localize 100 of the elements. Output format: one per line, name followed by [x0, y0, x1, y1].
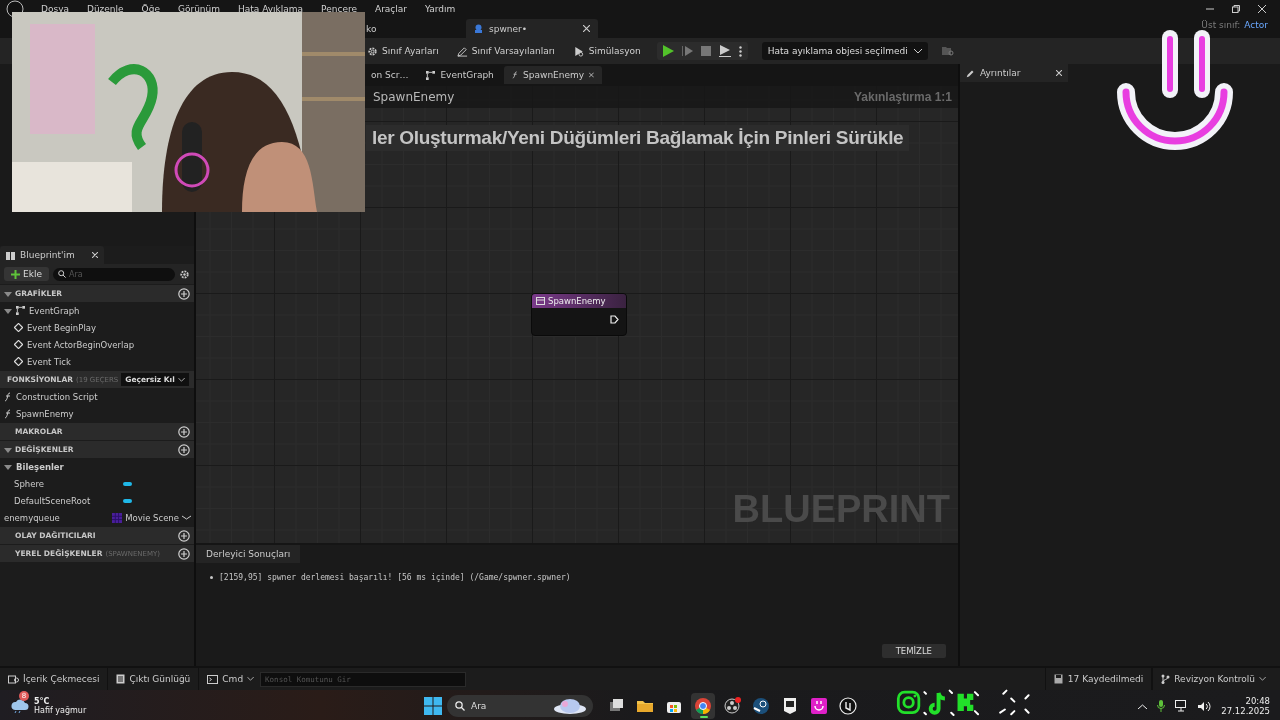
chevron-icon	[177, 377, 185, 382]
tree-item[interactable]: EventGraph	[0, 302, 194, 319]
settings-icon[interactable]	[179, 268, 190, 280]
step-icon[interactable]	[681, 45, 693, 57]
tree-item[interactable]: Event Tick	[0, 353, 194, 370]
add-button[interactable]: Ekle	[4, 267, 49, 281]
add-icon[interactable]	[178, 425, 190, 438]
close-icon[interactable]	[92, 252, 98, 258]
graph-icon	[16, 306, 25, 315]
add-icon[interactable]	[178, 287, 190, 300]
exec-pin-icon[interactable]	[610, 315, 619, 324]
search-field[interactable]: Ara	[52, 267, 175, 281]
drawer-icon	[8, 674, 19, 684]
gear-icon	[367, 45, 378, 57]
smile-icon	[810, 697, 828, 715]
pencil-icon	[456, 45, 468, 57]
minimize-icon[interactable]	[1206, 5, 1214, 13]
toolbar-button[interactable]: Sınıf Ayarları	[365, 43, 441, 59]
panel-tab[interactable]: Blueprint'im	[0, 246, 104, 264]
log-icon	[116, 674, 126, 684]
panel-tab[interactable]: Derleyici Sonuçları	[196, 545, 300, 563]
compiler-message: [2159,95] spwner derlemesi başarılı! [56 ms içinde] (/Game/spwner.spwner)	[219, 573, 571, 582]
close-icon[interactable]	[583, 25, 590, 32]
variable-label: enemyqueue	[4, 512, 60, 523]
tree-item[interactable]: Event BeginPlay	[0, 319, 194, 336]
terminal-icon	[207, 674, 219, 684]
more-icon[interactable]	[738, 45, 742, 57]
weather-description: Hafif yağmur	[34, 706, 87, 715]
restore-icon[interactable]	[1232, 5, 1240, 13]
function-label: Construction Script	[16, 391, 98, 402]
graph-tab[interactable]: EventGraph	[418, 66, 502, 84]
tree-item[interactable]: SpawnEnemy	[0, 405, 194, 422]
tree-item[interactable]: DefaultSceneRoot	[0, 492, 194, 509]
tree-item[interactable]: enemyqueue Movie Scene	[0, 509, 194, 526]
stop-icon[interactable]	[700, 46, 711, 56]
tree-item[interactable]: Event ActorBeginOverlap	[0, 336, 194, 353]
node-icon	[536, 297, 545, 305]
menu-item[interactable]: Düzenle	[77, 4, 133, 14]
add-icon[interactable]	[178, 547, 190, 560]
network-icon[interactable]	[1175, 700, 1189, 712]
graph-label: EventGraph	[29, 305, 80, 316]
menu-item[interactable]: Pencere	[312, 4, 366, 14]
cmd-dropdown[interactable]: Cmd	[199, 668, 255, 690]
unreal-icon	[839, 697, 857, 715]
zoom-label: Yakınlaştırma 1:1	[853, 90, 952, 104]
search-icon	[57, 270, 66, 278]
bullet-icon	[210, 576, 213, 579]
start-icon[interactable]	[424, 697, 442, 715]
taskbar-app-button[interactable]	[691, 693, 715, 719]
menu-item[interactable]: Yardım	[416, 4, 465, 14]
epic-icon	[781, 697, 799, 715]
graph-icon	[426, 70, 436, 80]
breadcrumb[interactable]: SpawnEnemy	[373, 90, 455, 104]
obs-icon	[723, 697, 741, 715]
cloud-art-icon	[553, 698, 587, 714]
menu-item[interactable]: Görünüm	[168, 4, 229, 14]
category-row[interactable]: Bileşenler	[0, 458, 194, 475]
add-icon[interactable]	[178, 443, 190, 456]
close-icon[interactable]	[589, 72, 594, 78]
parent-class-label: Üst sınıf:	[1201, 20, 1241, 30]
eject-icon[interactable]	[718, 45, 731, 57]
chevron-icon	[913, 48, 922, 54]
menu-item[interactable]: Hata Ayıklama	[229, 4, 313, 14]
menu-item[interactable]: Araçlar	[365, 4, 416, 14]
panel-tab[interactable]: Ayrıntılar	[960, 64, 1068, 82]
tree-item[interactable]: Sphere	[0, 475, 194, 492]
function-icon	[4, 391, 12, 402]
folder-search-icon[interactable]	[941, 45, 954, 57]
close-icon[interactable]	[1258, 5, 1266, 13]
debug-object-dropdown[interactable]: Hata ayıklama objesi seçilmedi	[761, 42, 928, 60]
parent-class-link[interactable]: Actor	[1244, 20, 1268, 30]
toolbar-button[interactable]: Simülasyon	[570, 43, 643, 59]
microphone-icon[interactable]	[1157, 700, 1166, 712]
component-label: DefaultSceneRoot	[14, 495, 91, 506]
close-icon[interactable]	[1056, 70, 1062, 76]
chevron-up-icon[interactable]	[1138, 703, 1148, 709]
event-label: Event BeginPlay	[27, 322, 96, 333]
function-entry-node[interactable]: SpawnEnemy	[531, 293, 627, 336]
component-label: Sphere	[14, 478, 44, 489]
component-pill-icon	[123, 481, 132, 486]
document-tab[interactable]: spwner•	[466, 19, 598, 38]
add-icon[interactable]	[178, 529, 190, 542]
tree-item[interactable]: Construction Script	[0, 388, 194, 405]
plus-icon	[11, 269, 20, 279]
steam-icon	[752, 697, 770, 715]
book-icon	[6, 250, 15, 260]
play-icon[interactable]	[662, 45, 674, 57]
clock-time[interactable]: 20:48	[1245, 696, 1270, 706]
play-gear-icon	[572, 45, 585, 57]
chrome-icon	[694, 697, 712, 715]
graph-tab[interactable]: on Scr…	[366, 66, 417, 84]
graph-tab[interactable]: SpawnEnemy	[503, 66, 602, 84]
clear-button[interactable]: TEMİZLE	[881, 644, 946, 658]
toolbar-button[interactable]: Sınıf Varsayılanları	[454, 43, 557, 59]
speaker-icon[interactable]	[1198, 700, 1212, 712]
document-tab[interactable]: ko	[365, 19, 466, 38]
clock-date[interactable]: 27.12.2025	[1221, 706, 1270, 716]
menu-item[interactable]: Dosya	[32, 4, 78, 14]
event-label: Event ActorBeginOverlap	[27, 339, 135, 350]
hint-banner: ler Oluşturmak/Yeni Düğümleri Bağlamak İçin Pinleri Sürükle	[366, 125, 910, 151]
